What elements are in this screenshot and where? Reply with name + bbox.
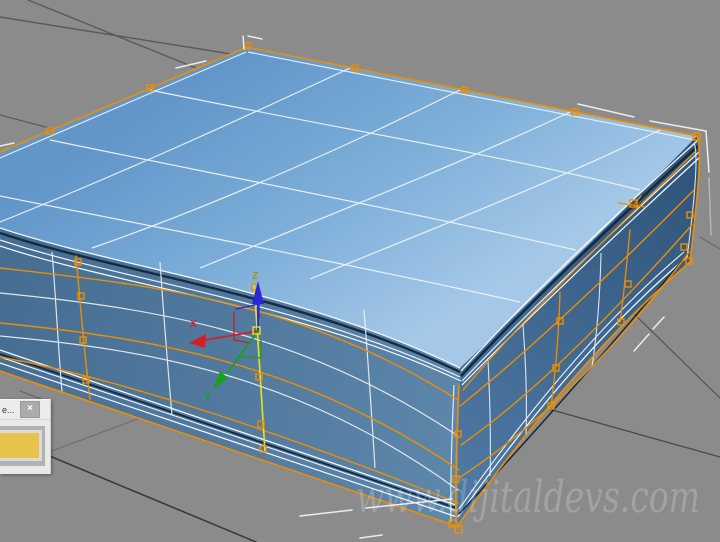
3d-viewport[interactable]: www.dijitaldevs.com X Y Z xyxy=(0,0,720,542)
swatch-frame xyxy=(0,426,45,466)
color-swatch[interactable] xyxy=(0,430,42,461)
floating-panel-body xyxy=(0,420,50,474)
gizmo-x-label: X xyxy=(190,319,197,330)
close-icon[interactable]: × xyxy=(20,401,40,418)
application-window: www.dijitaldevs.com X Y Z e... × xyxy=(0,0,720,542)
gizmo-z-label: Z xyxy=(252,271,258,282)
gizmo-y-label: Y xyxy=(204,392,211,403)
floating-panel-titlebar[interactable]: e... × xyxy=(0,400,50,420)
floating-panel-title: e... xyxy=(2,404,15,415)
floating-panel[interactable]: e... × xyxy=(0,399,51,474)
watermark: www.dijitaldevs.com xyxy=(356,472,700,523)
